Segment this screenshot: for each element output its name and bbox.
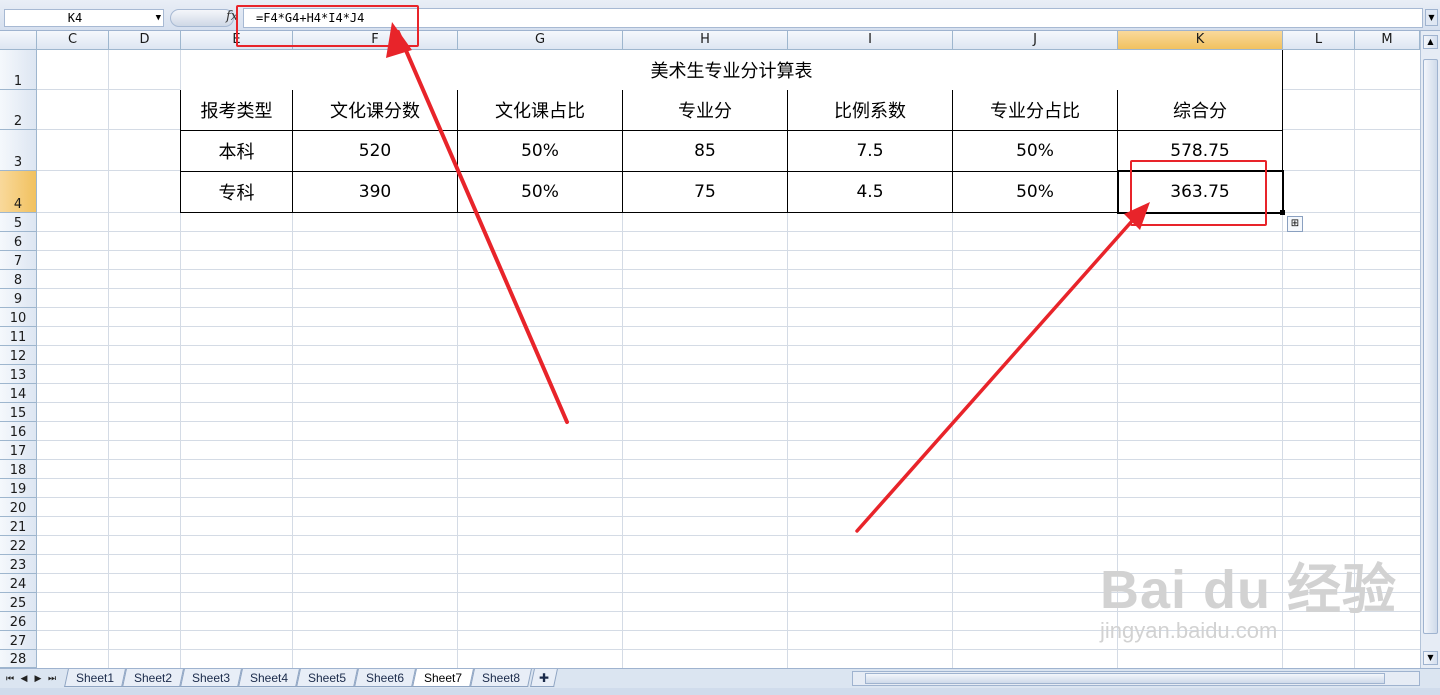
sheet-tab-bar: ⏮ ◀ ▶ ⏭ Sheet1 Sheet2 Sheet3 Sheet4 Shee… bbox=[0, 668, 1440, 689]
table-cell[interactable]: 7.5 bbox=[788, 131, 953, 172]
column-header-h[interactable]: H bbox=[623, 31, 788, 49]
row-header-27[interactable]: 27 bbox=[0, 631, 37, 650]
header-cell[interactable]: 报考类型 bbox=[180, 90, 293, 131]
first-sheet-icon[interactable]: ⏮ bbox=[4, 672, 16, 686]
row-header-15[interactable]: 15 bbox=[0, 403, 37, 422]
column-header-d[interactable]: D bbox=[109, 31, 181, 49]
tab-sheet4[interactable]: Sheet4 bbox=[238, 669, 300, 687]
tab-sheet1[interactable]: Sheet1 bbox=[64, 669, 126, 687]
tab-sheet5[interactable]: Sheet5 bbox=[296, 669, 358, 687]
horizontal-scroll-thumb[interactable] bbox=[865, 673, 1385, 684]
row-header-21[interactable]: 21 bbox=[0, 517, 37, 536]
formula-bar: K4 ▼ fx =F4*G4+H4*I4*J4 ▼ bbox=[0, 0, 1440, 31]
row-header-13[interactable]: 13 bbox=[0, 365, 37, 384]
row-header-1[interactable]: 1 bbox=[0, 50, 37, 90]
header-cell[interactable]: 专业分 bbox=[623, 90, 788, 131]
name-box-dropdown-icon[interactable]: ▼ bbox=[156, 10, 161, 26]
column-header-g[interactable]: G bbox=[458, 31, 623, 49]
table-cell[interactable]: 85 bbox=[623, 131, 788, 172]
column-header-c[interactable]: C bbox=[37, 31, 109, 49]
table-cell[interactable]: 520 bbox=[293, 131, 458, 172]
name-box[interactable]: K4 ▼ bbox=[4, 9, 164, 27]
row-header-11[interactable]: 11 bbox=[0, 327, 37, 346]
row-header-12[interactable]: 12 bbox=[0, 346, 37, 365]
row-header-23[interactable]: 23 bbox=[0, 555, 37, 574]
formula-bar-splitter[interactable] bbox=[170, 9, 234, 27]
row-header-28[interactable]: 28 bbox=[0, 650, 37, 668]
row-header-22[interactable]: 22 bbox=[0, 536, 37, 555]
row-header-16[interactable]: 16 bbox=[0, 422, 37, 441]
name-box-value: K4 bbox=[67, 11, 83, 25]
select-all-corner[interactable] bbox=[0, 31, 37, 49]
row-header-9[interactable]: 9 bbox=[0, 289, 37, 308]
row-header-2[interactable]: 2 bbox=[0, 90, 37, 130]
row-header-5[interactable]: 5 bbox=[0, 213, 37, 232]
column-header-m[interactable]: M bbox=[1355, 31, 1420, 49]
row-header-6[interactable]: 6 bbox=[0, 232, 37, 251]
row-header-8[interactable]: 8 bbox=[0, 270, 37, 289]
row-header-4[interactable]: 4 bbox=[0, 171, 37, 213]
row-header-17[interactable]: 17 bbox=[0, 441, 37, 460]
column-header-i[interactable]: I bbox=[788, 31, 953, 49]
row-header-20[interactable]: 20 bbox=[0, 498, 37, 517]
expand-formula-bar-icon[interactable]: ▼ bbox=[1425, 9, 1438, 26]
table-cell[interactable]: 4.5 bbox=[788, 172, 953, 213]
row-header-7[interactable]: 7 bbox=[0, 251, 37, 270]
horizontal-scrollbar[interactable] bbox=[852, 671, 1420, 686]
tab-sheet2[interactable]: Sheet2 bbox=[122, 669, 184, 687]
table-cell[interactable]: 50% bbox=[458, 172, 623, 213]
baidu-watermark: Bai du 经验 jingyan.baidu.com bbox=[1100, 545, 1397, 644]
tab-sheet8[interactable]: Sheet8 bbox=[470, 669, 532, 687]
auto-fill-options-icon[interactable]: ⊞ bbox=[1287, 216, 1303, 232]
row-header-19[interactable]: 19 bbox=[0, 479, 37, 498]
table-cell[interactable]: 390 bbox=[293, 172, 458, 213]
row-header-25[interactable]: 25 bbox=[0, 593, 37, 612]
header-cell[interactable]: 综合分 bbox=[1118, 90, 1283, 131]
status-bar bbox=[0, 688, 1440, 695]
formula-input[interactable]: =F4*G4+H4*I4*J4 bbox=[243, 8, 1423, 28]
table-cell[interactable]: 50% bbox=[458, 131, 623, 172]
tab-sheet7[interactable]: Sheet7 bbox=[412, 669, 474, 687]
table-cell[interactable]: 本科 bbox=[180, 131, 293, 172]
scroll-down-icon[interactable]: ▼ bbox=[1423, 651, 1438, 665]
column-header-bar: C D E F G H I J K L M bbox=[0, 31, 1420, 50]
table-cell[interactable]: 75 bbox=[623, 172, 788, 213]
fill-handle[interactable] bbox=[1280, 210, 1285, 215]
table-cell[interactable]: 50% bbox=[953, 131, 1118, 172]
table-cell[interactable]: 专科 bbox=[180, 172, 293, 213]
last-sheet-icon[interactable]: ⏭ bbox=[46, 672, 58, 686]
column-header-l[interactable]: L bbox=[1283, 31, 1355, 49]
column-header-j[interactable]: J bbox=[953, 31, 1118, 49]
header-cell[interactable]: 专业分占比 bbox=[953, 90, 1118, 131]
table-title[interactable]: 美术生专业分计算表 bbox=[181, 50, 1283, 91]
formula-highlight-box bbox=[236, 5, 419, 47]
result-highlight-box bbox=[1130, 160, 1267, 226]
row-header-10[interactable]: 10 bbox=[0, 308, 37, 327]
vertical-scroll-thumb[interactable] bbox=[1423, 59, 1438, 634]
tab-sheet3[interactable]: Sheet3 bbox=[180, 669, 242, 687]
header-cell[interactable]: 文化课占比 bbox=[458, 90, 623, 131]
table-cell[interactable]: 50% bbox=[953, 172, 1118, 213]
vertical-scrollbar[interactable]: ▲ ▼ bbox=[1420, 31, 1440, 668]
header-cell[interactable]: 比例系数 bbox=[788, 90, 953, 131]
row-header-3[interactable]: 3 bbox=[0, 130, 37, 171]
row-header-14[interactable]: 14 bbox=[0, 384, 37, 403]
watermark-logo: Bai du 经验 bbox=[1100, 560, 1398, 620]
column-header-k[interactable]: K bbox=[1118, 31, 1283, 49]
header-cell[interactable]: 文化课分数 bbox=[293, 90, 458, 131]
row-header-24[interactable]: 24 bbox=[0, 574, 37, 593]
scroll-up-icon[interactable]: ▲ bbox=[1423, 35, 1438, 49]
row-header-18[interactable]: 18 bbox=[0, 460, 37, 479]
row-header-26[interactable]: 26 bbox=[0, 612, 37, 631]
next-sheet-icon[interactable]: ▶ bbox=[32, 672, 44, 686]
insert-sheet-icon[interactable]: ✚ bbox=[530, 669, 558, 687]
tab-sheet6[interactable]: Sheet6 bbox=[354, 669, 416, 687]
prev-sheet-icon[interactable]: ◀ bbox=[18, 672, 30, 686]
